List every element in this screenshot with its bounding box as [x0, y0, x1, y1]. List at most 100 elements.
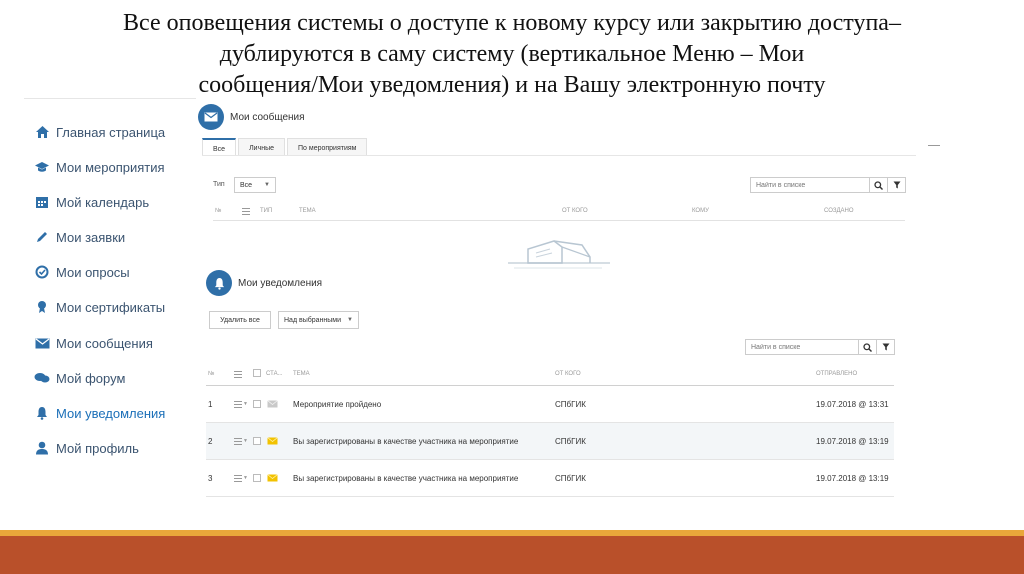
bell-icon: [206, 270, 232, 296]
sidebar-item-profile[interactable]: Мой профиль: [34, 436, 139, 460]
column-header-status[interactable]: Ста...: [266, 371, 283, 377]
empty-list-illustration: [506, 235, 612, 278]
chat-bubbles-icon: [34, 370, 50, 386]
messages-search: [750, 177, 906, 193]
check-circle-icon: [34, 264, 50, 280]
pencil-icon: [34, 229, 50, 245]
row-number: 1: [208, 399, 213, 409]
envelope-icon: [34, 335, 50, 351]
row-number: 3: [208, 473, 213, 483]
search-button[interactable]: [869, 178, 887, 192]
column-header-number: №: [215, 208, 222, 214]
calendar-icon: [34, 194, 50, 210]
bulk-action-select[interactable]: Над выбранными ▼: [278, 311, 359, 329]
chevron-down-icon: ▼: [264, 182, 270, 188]
sidebar-item-label: Мои опросы: [56, 264, 130, 280]
sidebar-item-surveys[interactable]: Мои опросы: [34, 260, 130, 284]
slide-title-line: Все оповещения системы о доступе к новом…: [123, 10, 901, 36]
sidebar-item-label: Мои сертификаты: [56, 299, 166, 315]
sidebar-item-notifications[interactable]: Мои уведомления: [34, 401, 165, 425]
divider: [928, 145, 940, 146]
bell-icon: [34, 405, 50, 421]
chevron-down-icon: ▼: [347, 317, 353, 323]
sidebar-item-calendar[interactable]: Мой календарь: [34, 190, 149, 214]
sidebar-item-certificates[interactable]: Мои сертификаты: [34, 295, 165, 319]
row-checkbox[interactable]: [253, 386, 261, 422]
row-from: СПбГИК: [555, 399, 586, 409]
user-icon: [34, 440, 50, 456]
messages-title: Мои сообщения: [230, 111, 305, 123]
sidebar-item-label: Мои заявки: [56, 229, 126, 245]
row-number: 2: [208, 436, 213, 446]
type-filter-label: Тип: [213, 181, 225, 188]
read-envelope-icon: [267, 386, 278, 422]
graduation-cap-icon: [34, 159, 50, 175]
home-icon: [34, 124, 50, 140]
sidebar-item-label: Мой профиль: [56, 440, 139, 456]
filter-button[interactable]: [876, 340, 894, 354]
sidebar-item-label: Мои уведомления: [56, 405, 166, 421]
column-header-sent[interactable]: Отправлено: [816, 371, 857, 377]
select-all-checkbox[interactable]: [253, 369, 261, 377]
delete-all-button[interactable]: Удалить все: [209, 311, 271, 329]
tab-all[interactable]: Все: [202, 138, 237, 155]
filter-button[interactable]: [887, 178, 905, 192]
row-subject[interactable]: Вы зарегистрированы в качестве участника…: [293, 423, 518, 459]
column-header-from[interactable]: От кого: [562, 208, 588, 214]
row-divider: [206, 496, 894, 497]
search-icon: [874, 180, 883, 190]
unread-envelope-icon: [267, 460, 278, 496]
row-checkbox[interactable]: [253, 460, 261, 496]
table-row[interactable]: 3 ▼ Вы зарегистрированы в качестве участ…: [206, 460, 894, 496]
tab-by-events[interactable]: По мероприятиям: [287, 138, 368, 155]
column-header-subject[interactable]: Тема: [299, 208, 316, 214]
sidebar-item-forum[interactable]: Мой форум: [34, 366, 125, 390]
search-button[interactable]: [858, 340, 876, 354]
sidebar-item-requests[interactable]: Мои заявки: [34, 225, 125, 249]
menu-icon: [234, 437, 242, 445]
row-checkbox[interactable]: [253, 423, 261, 459]
header-divider: [213, 220, 905, 221]
column-header-to[interactable]: Кому: [692, 208, 709, 214]
table-row[interactable]: 2 ▼ Вы зарегистрированы в качестве участ…: [206, 423, 894, 459]
row-menu[interactable]: ▼: [234, 386, 248, 422]
row-sent: 19.07.2018 @ 13:31: [816, 399, 889, 409]
filter-icon: [893, 181, 900, 189]
row-subject[interactable]: Мероприятие пройдено: [293, 386, 381, 422]
sidebar-item-label: Мой календарь: [56, 194, 150, 210]
sidebar-item-events[interactable]: Мои мероприятия: [34, 155, 165, 179]
row-menu[interactable]: ▼: [234, 460, 248, 496]
search-icon: [863, 342, 872, 352]
sidebar-item-home[interactable]: Главная страница: [34, 120, 165, 144]
column-header-subject[interactable]: Тема: [293, 371, 310, 377]
checkbox[interactable]: [253, 400, 261, 408]
column-header-number: №: [208, 371, 215, 377]
slide-title: Все оповещения системы о доступе к новом…: [60, 8, 964, 101]
column-header-created[interactable]: Создано: [824, 208, 854, 214]
notifications-title: Мои уведомления: [238, 277, 323, 289]
type-filter-select[interactable]: Все ▼: [234, 177, 276, 193]
row-subject[interactable]: Вы зарегистрированы в качестве участника…: [293, 460, 518, 496]
search-input[interactable]: [751, 178, 869, 192]
unread-envelope-icon: [267, 423, 278, 459]
notifications-header: Мои уведомления: [206, 269, 322, 297]
row-menu[interactable]: ▼: [234, 423, 248, 459]
row-from: СПбГИК: [555, 436, 586, 446]
chevron-down-icon: ▼: [243, 401, 248, 407]
award-icon: [34, 299, 50, 315]
checkbox[interactable]: [253, 474, 261, 482]
checkbox[interactable]: [253, 437, 261, 445]
search-input[interactable]: [746, 340, 858, 354]
sidebar-item-label: Главная страница: [56, 124, 166, 140]
slide-title-line: дублируются в саму систему (вертикальное…: [219, 41, 805, 67]
sidebar-item-label: Мои мероприятия: [56, 159, 165, 175]
table-row[interactable]: 1 ▼ Мероприятие пройдено СПбГИК 19.07.20…: [206, 386, 894, 422]
bulk-action-label: Над выбранными: [284, 316, 342, 324]
tab-personal[interactable]: Личные: [238, 138, 286, 155]
column-header-type[interactable]: Тип: [260, 208, 272, 214]
envelope-icon: [198, 104, 224, 130]
row-sent: 19.07.2018 @ 13:19: [816, 473, 889, 483]
sidebar-item-label: Мой форум: [56, 370, 126, 386]
column-header-from[interactable]: От кого: [555, 371, 581, 377]
sidebar-item-messages[interactable]: Мои сообщения: [34, 331, 153, 355]
